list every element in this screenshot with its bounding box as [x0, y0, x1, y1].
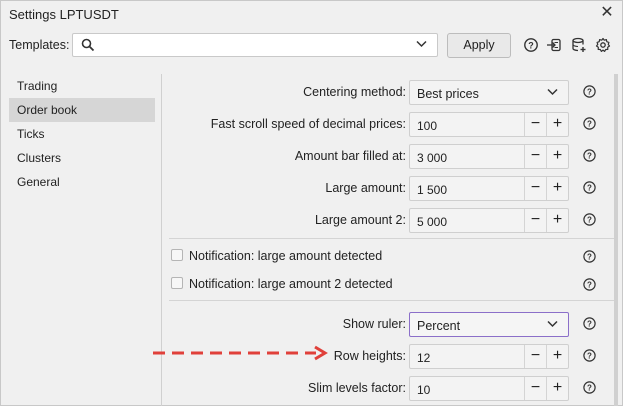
fast-scroll-stepper[interactable]: 100 − +: [409, 112, 569, 137]
centering-method-row: Centering method: Best prices ?: [169, 77, 614, 105]
svg-text:?: ?: [587, 120, 592, 129]
large-amount-2-value: 5 000: [417, 215, 448, 229]
row-heights-value: 12: [417, 351, 431, 365]
notif-large-label: Notification: large amount detected: [189, 249, 383, 263]
apply-button[interactable]: Apply: [447, 33, 511, 58]
svg-text:?: ?: [528, 40, 534, 50]
help-icon[interactable]: ?: [523, 37, 539, 53]
row-heights-stepper[interactable]: 12 − +: [409, 344, 569, 369]
annotation-arrow-icon: [153, 345, 328, 361]
svg-text:?: ?: [587, 184, 592, 193]
svg-text:?: ?: [587, 152, 592, 161]
chevron-down-icon: [547, 320, 558, 328]
section-divider: [169, 300, 614, 301]
templates-row: Templates: Apply ?: [1, 31, 622, 61]
svg-text:?: ?: [587, 88, 592, 97]
centering-method-label: Centering method:: [303, 85, 406, 99]
notif-large-row: Notification: large amount detected ?: [169, 242, 614, 270]
settings-sidebar: Trading Order book Ticks Clusters Genera…: [9, 74, 155, 406]
slim-levels-stepper[interactable]: 10 − +: [409, 376, 569, 401]
svg-text:?: ?: [587, 253, 592, 262]
notif-large-2-checkbox[interactable]: [171, 277, 183, 289]
slim-levels-value: 10: [417, 383, 431, 397]
amount-bar-row: Amount bar filled at: 3 000 − + ?: [169, 141, 614, 169]
large-amount-value: 1 500: [417, 183, 448, 197]
large-amount-row: Large amount: 1 500 − + ?: [169, 173, 614, 201]
sidebar-item-trading[interactable]: Trading: [9, 74, 155, 98]
search-icon: [81, 38, 95, 52]
title-bar: Settings LPTUSDT ✕: [1, 1, 622, 28]
section-divider: [169, 238, 614, 239]
notif-large-2-row: Notification: large amount 2 detected ?: [169, 270, 614, 298]
show-ruler-value: Percent: [417, 319, 461, 333]
svg-text:?: ?: [587, 352, 592, 361]
increment-button[interactable]: +: [546, 177, 568, 200]
window-title: Settings LPTUSDT: [9, 7, 119, 22]
chevron-down-icon: [547, 88, 558, 96]
decrement-button[interactable]: −: [524, 377, 546, 400]
svg-text:?: ?: [587, 216, 592, 225]
settings-window: Settings LPTUSDT ✕ Templates: Apply ? Tr…: [0, 0, 623, 406]
sidebar-item-ticks[interactable]: Ticks: [9, 122, 155, 146]
sidebar-item-order-book[interactable]: Order book: [9, 98, 155, 122]
help-icon[interactable]: ?: [583, 317, 596, 330]
increment-button[interactable]: +: [546, 377, 568, 400]
help-icon[interactable]: ?: [583, 213, 596, 226]
svg-text:?: ?: [587, 281, 592, 290]
amount-bar-label: Amount bar filled at:: [294, 149, 406, 163]
increment-button[interactable]: +: [546, 145, 568, 168]
import-template-icon[interactable]: [546, 37, 562, 53]
decrement-button[interactable]: −: [524, 113, 546, 136]
help-icon[interactable]: ?: [583, 85, 596, 98]
fast-scroll-row: Fast scroll speed of decimal prices: 100…: [169, 109, 614, 137]
settings-scrollbar[interactable]: [614, 74, 622, 406]
increment-button[interactable]: +: [546, 345, 568, 368]
decrement-button[interactable]: −: [524, 345, 546, 368]
show-ruler-select[interactable]: Percent: [409, 312, 569, 337]
amount-bar-value: 3 000: [417, 151, 448, 165]
notif-large-2-label: Notification: large amount 2 detected: [189, 277, 393, 291]
slim-levels-row: Slim levels factor: 10 − + ?: [169, 373, 614, 401]
amount-bar-stepper[interactable]: 3 000 − +: [409, 144, 569, 169]
increment-button[interactable]: +: [546, 113, 568, 136]
help-icon[interactable]: ?: [583, 149, 596, 162]
decrement-button[interactable]: −: [524, 145, 546, 168]
increment-button[interactable]: +: [546, 209, 568, 232]
chevron-down-icon: [416, 40, 427, 48]
save-template-icon[interactable]: [571, 37, 587, 53]
gear-icon[interactable]: [595, 37, 611, 53]
large-amount-label: Large amount:: [325, 181, 406, 195]
help-icon[interactable]: ?: [583, 349, 596, 362]
sidebar-item-clusters[interactable]: Clusters: [9, 146, 155, 170]
help-icon[interactable]: ?: [583, 117, 596, 130]
sidebar-item-general[interactable]: General: [9, 170, 155, 194]
large-amount-2-row: Large amount 2: 5 000 − + ?: [169, 205, 614, 233]
fast-scroll-label: Fast scroll speed of decimal prices:: [210, 117, 406, 131]
templates-label: Templates:: [9, 38, 70, 52]
slim-levels-label: Slim levels factor:: [308, 381, 406, 395]
decrement-button[interactable]: −: [524, 177, 546, 200]
large-amount-stepper[interactable]: 1 500 − +: [409, 176, 569, 201]
scrollbar-thumb[interactable]: [614, 74, 618, 406]
close-icon[interactable]: ✕: [598, 4, 616, 22]
fast-scroll-value: 100: [417, 119, 438, 133]
svg-text:?: ?: [587, 384, 592, 393]
notif-large-checkbox[interactable]: [171, 249, 183, 261]
decrement-button[interactable]: −: [524, 209, 546, 232]
templates-search-combobox[interactable]: [72, 33, 438, 57]
large-amount-2-label: Large amount 2:: [314, 213, 406, 227]
row-heights-label: Row heights:: [333, 349, 406, 363]
centering-method-select[interactable]: Best prices: [409, 80, 569, 105]
show-ruler-label: Show ruler:: [342, 317, 406, 331]
help-icon[interactable]: ?: [583, 381, 596, 394]
large-amount-2-stepper[interactable]: 5 000 − +: [409, 208, 569, 233]
help-icon[interactable]: ?: [583, 250, 596, 263]
show-ruler-row: Show ruler: Percent ?: [169, 309, 614, 337]
help-icon[interactable]: ?: [583, 278, 596, 291]
svg-text:?: ?: [587, 320, 592, 329]
centering-method-value: Best prices: [417, 87, 479, 101]
help-icon[interactable]: ?: [583, 181, 596, 194]
